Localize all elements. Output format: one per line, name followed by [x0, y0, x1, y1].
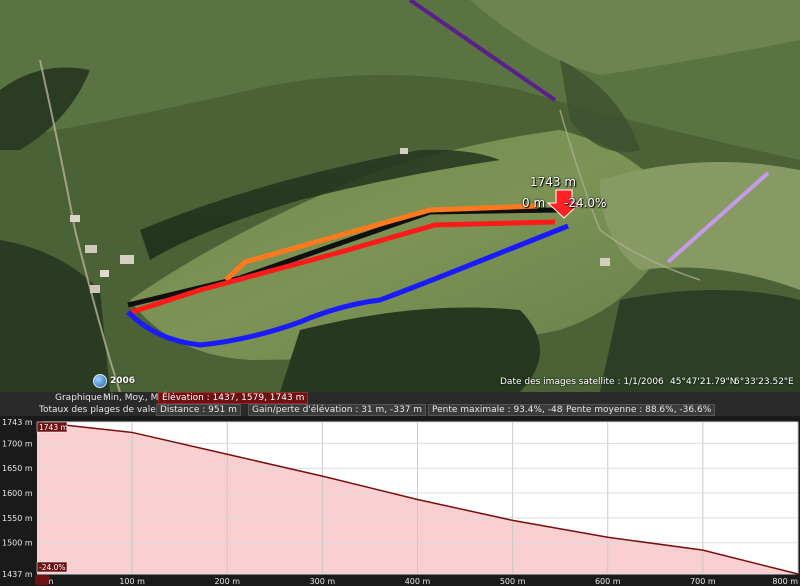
- marker-slope-label: -24.0%: [564, 196, 607, 210]
- distance-value: Distance : 951 m: [156, 404, 241, 416]
- elevation-profile-header: Graphique : Min, Moy., Max Élévation : 1…: [0, 392, 800, 416]
- start-position-marker[interactable]: [35, 575, 49, 585]
- marker-distance-label: 0 m: [522, 196, 546, 210]
- y-tick-label: 1743 m: [2, 418, 33, 427]
- elevation-profile-svg[interactable]: 1743 m 1700 m 1650 m 1600 m 1550 m 1500 m 1437…: [0, 416, 800, 586]
- latitude-readout: 45°47'21.79"N: [670, 377, 737, 387]
- x-tick-label: 400 m: [405, 577, 431, 586]
- satellite-map-view[interactable]: 1743 m 0 m -24.0% 2006 Date des images s…: [0, 0, 800, 392]
- globe-icon: [93, 374, 107, 388]
- max-slope: Pente maximale : 93.4%, -48.5%: [428, 404, 584, 416]
- y-tick-label: 1600 m: [2, 489, 33, 498]
- longitude-readout: 6°33'23.52"E: [734, 377, 794, 387]
- imagery-year-badge[interactable]: 2006: [93, 374, 135, 388]
- y-tick-label: 1500 m: [2, 539, 33, 548]
- imagery-year: 2006: [110, 376, 136, 386]
- range-totals-row: Totaux des plages de valeurs Distance : …: [0, 404, 800, 416]
- imagery-date: Date des images satellite : 1/1/2006: [500, 377, 664, 387]
- graph-options-row: Graphique : Min, Moy., Max Élévation : 1…: [0, 392, 800, 404]
- x-tick-label: 100 m: [119, 577, 145, 586]
- elevation-profile-chart[interactable]: 1743 m 1700 m 1650 m 1600 m 1550 m 1500 m 1437…: [0, 416, 800, 586]
- average-slope: Pente moyenne : 88.6%, -36.6%: [562, 404, 716, 416]
- elevation-gain-loss: Gain/perte d'élévation : 31 m, -337 m: [248, 404, 427, 416]
- x-tick-label: 200 m: [214, 577, 240, 586]
- y-tick-label: 1650 m: [2, 464, 33, 473]
- x-tick-label: 800 m: [772, 577, 798, 586]
- y-tick-label: 1700 m: [2, 439, 33, 448]
- y-tick-label: 1550 m: [2, 514, 33, 523]
- terrain-imagery: [0, 0, 800, 392]
- x-tick-label: 700 m: [690, 577, 716, 586]
- x-tick-label: 500 m: [500, 577, 526, 586]
- x-tick-label: 600 m: [595, 577, 621, 586]
- elevation-summary: Élévation : 1437, 1579, 1743 m: [158, 392, 309, 404]
- marker-elevation-label: 1743 m: [530, 175, 577, 189]
- y-tick-label: 1437 m: [2, 570, 33, 579]
- max-elevation-tag: 1743 m: [39, 423, 68, 432]
- slope-tag: -24.0%: [39, 563, 66, 572]
- range-totals-label: Totaux des plages de valeurs: [39, 405, 170, 415]
- x-tick-label: 300 m: [310, 577, 336, 586]
